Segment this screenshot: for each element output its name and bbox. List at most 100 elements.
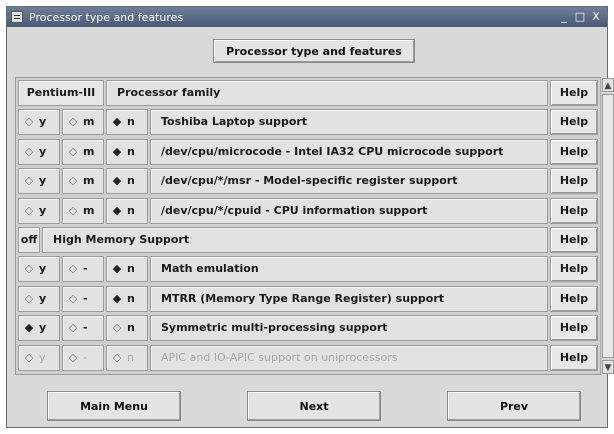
option-row: ◆ y ◇ - ◇ n Symmetric multi-processing support…	[18, 315, 598, 343]
tristate-y-option[interactable]: ◇ y	[18, 285, 60, 312]
tristate-y-option[interactable]: ◇ y	[18, 344, 60, 371]
help-button[interactable]: Help	[550, 344, 598, 371]
tristate-n-option[interactable]: ◇ n	[106, 344, 148, 371]
next-button[interactable]: Next	[247, 391, 381, 421]
tristate-letter: y	[39, 321, 47, 335]
tristate-letter: y	[39, 115, 47, 129]
tristate-m-option[interactable]: ◇ -	[62, 285, 104, 312]
vertical-scrollbar[interactable]: ▲ ▼	[600, 78, 614, 374]
option-label: APIC and IO-APIC support on uniprocessor…	[150, 344, 548, 371]
tristate-letter: m	[83, 174, 95, 188]
help-button[interactable]: Help	[550, 315, 598, 342]
tristate-m-option[interactable]: ◇ -	[62, 256, 104, 283]
tristate-letter: -	[83, 350, 87, 364]
minimize-button[interactable]: _	[557, 10, 571, 24]
option-row: ◇ y ◇ - ◆ n Math emulation Help	[18, 256, 598, 284]
help-button[interactable]: Help	[550, 285, 598, 312]
tristate-y-option[interactable]: ◆ y	[18, 315, 60, 342]
scroll-up-arrow-icon[interactable]: ▲	[602, 78, 614, 92]
radio-unselected-icon: ◇	[112, 321, 122, 335]
help-button[interactable]: Help	[550, 138, 598, 165]
tristate-letter: n	[127, 321, 135, 335]
radio-selected-icon: ◆	[112, 262, 122, 276]
choice-value-button[interactable]: off	[18, 227, 40, 253]
radio-unselected-icon: ◇	[24, 262, 34, 276]
help-button[interactable]: Help	[550, 256, 598, 283]
window-menu-icon[interactable]	[11, 11, 23, 23]
options-panel: ▲ ▼ Pentium-III Processor family Help ◇ y ◇ m ◆…	[15, 77, 614, 375]
tristate-n-option[interactable]: ◆ n	[106, 168, 148, 195]
option-row: ◇ y ◇ m ◆ n/dev/cpu/microcode - Intel IA32 CP…	[18, 138, 598, 167]
choice-value-button[interactable]: Pentium-III	[18, 80, 104, 106]
main-menu-button[interactable]: Main Menu	[47, 391, 181, 421]
tristate-letter: y	[39, 350, 46, 364]
window-title: Processor type and features	[29, 11, 184, 24]
radio-unselected-icon: ◇	[68, 321, 78, 335]
tristate-m-option[interactable]: ◇ m	[62, 168, 104, 195]
radio-unselected-icon: ◇	[24, 174, 34, 188]
tristate-m-option[interactable]: ◇ m	[62, 109, 104, 136]
tristate-letter: n	[127, 350, 134, 364]
option-row: ◇ y ◇ - ◆ n MTRR (Memory Type Range Register) …	[18, 285, 598, 314]
tristate-y-option[interactable]: ◇ y	[18, 256, 60, 283]
option-label: Processor family	[106, 80, 548, 106]
scroll-down-arrow-icon[interactable]: ▼	[602, 360, 614, 374]
radio-selected-icon: ◆	[112, 174, 122, 188]
tristate-m-option[interactable]: ◇ -	[62, 344, 104, 371]
radio-unselected-icon: ◇	[68, 174, 78, 188]
tristate-y-option[interactable]: ◇ y	[18, 168, 60, 195]
tristate-m-option[interactable]: ◇ m	[62, 197, 104, 224]
tristate-letter: n	[127, 291, 135, 305]
radio-unselected-icon: ◇	[68, 115, 78, 129]
tristate-letter: n	[127, 262, 135, 276]
option-row: ◇ y ◇ m ◆ n/dev/cpu/*/cpuid - CPU information…	[18, 197, 598, 226]
radio-selected-icon: ◆	[112, 203, 122, 217]
tristate-letter: -	[83, 262, 88, 276]
option-label: MTRR (Memory Type Range Register) suppor…	[150, 285, 548, 312]
tristate-letter: m	[83, 115, 95, 129]
tristate-n-option[interactable]: ◆ n	[106, 197, 148, 224]
scrollbar-thumb[interactable]	[602, 94, 614, 358]
help-button[interactable]: Help	[550, 168, 598, 195]
maximize-button[interactable]: □	[573, 10, 587, 24]
radio-unselected-icon: ◇	[68, 262, 78, 276]
help-button[interactable]: Help	[550, 197, 598, 224]
radio-unselected-icon: ◇	[68, 291, 78, 305]
radio-unselected-icon: ◇	[68, 350, 78, 364]
tristate-letter: y	[39, 203, 47, 217]
tristate-letter: y	[39, 291, 47, 305]
help-button[interactable]: Help	[550, 227, 598, 253]
tristate-n-option[interactable]: ◆ n	[106, 138, 148, 165]
radio-unselected-icon: ◇	[24, 144, 34, 158]
tristate-letter: n	[127, 115, 135, 129]
tristate-m-option[interactable]: ◇ -	[62, 315, 104, 342]
section-header-button[interactable]: Processor type and features	[213, 39, 415, 63]
help-button[interactable]: Help	[550, 80, 598, 106]
tristate-letter: n	[127, 174, 135, 188]
option-row: Pentium-III Processor family Help	[18, 80, 598, 108]
tristate-n-option[interactable]: ◆ n	[106, 285, 148, 312]
option-label: /dev/cpu/*/cpuid - CPU information suppo…	[150, 197, 548, 224]
tristate-letter: y	[39, 144, 47, 158]
tristate-letter: y	[39, 174, 47, 188]
title-bar[interactable]: Processor type and features _ □ X	[7, 7, 607, 27]
tristate-n-option[interactable]: ◇ n	[106, 315, 148, 342]
tristate-y-option[interactable]: ◇ y	[18, 197, 60, 224]
tristate-m-option[interactable]: ◇ m	[62, 138, 104, 165]
close-button[interactable]: X	[589, 10, 603, 24]
option-label: Toshiba Laptop support	[150, 109, 548, 136]
tristate-letter: n	[127, 203, 135, 217]
radio-unselected-icon: ◇	[24, 350, 34, 364]
help-button[interactable]: Help	[550, 109, 598, 136]
tristate-y-option[interactable]: ◇ y	[18, 138, 60, 165]
tristate-n-option[interactable]: ◆ n	[106, 109, 148, 136]
tristate-n-option[interactable]: ◆ n	[106, 256, 148, 283]
radio-unselected-icon: ◇	[24, 115, 34, 129]
radio-unselected-icon: ◇	[68, 203, 78, 217]
radio-unselected-icon: ◇	[68, 144, 78, 158]
main-window: Processor type and features _ □ X Proces…	[6, 6, 614, 428]
tristate-y-option[interactable]: ◇ y	[18, 109, 60, 136]
option-label: Symmetric multi-processing support	[150, 315, 548, 342]
prev-button[interactable]: Prev	[447, 391, 581, 421]
radio-selected-icon: ◆	[112, 144, 122, 158]
